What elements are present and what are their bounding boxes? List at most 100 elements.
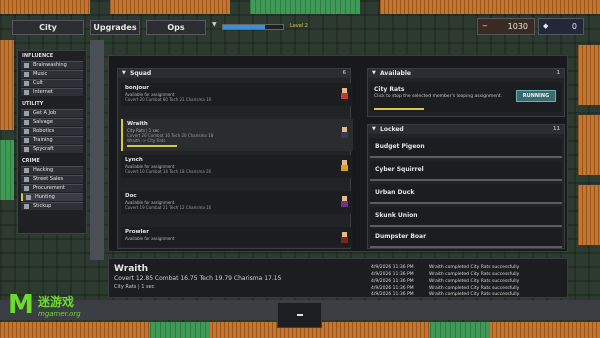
log-entry: 4/9/2026 11:36 PM Wraith completed City R… — [371, 265, 567, 270]
chevron-down-icon: ▼ — [372, 70, 376, 76]
sidebar-item-street-sales[interactable]: Street Sales — [21, 175, 83, 183]
sidebar-item-stickup[interactable]: Stickup — [21, 202, 83, 210]
member-name: Doc — [125, 193, 137, 199]
member-avatar-icon — [340, 196, 349, 207]
sidebar-item-label: Get A Job — [33, 110, 57, 116]
squad-header[interactable]: ▼ Squad 6 — [118, 69, 350, 78]
sidebar-item-internet[interactable]: Internet — [21, 88, 83, 96]
minimize-button[interactable] — [277, 302, 322, 328]
job-progress-bar — [374, 108, 424, 110]
locked-job-urban-duck[interactable]: Urban Duck — [370, 184, 562, 204]
map-roof — [150, 322, 210, 338]
job-icon — [24, 111, 29, 116]
member-avatar-icon — [340, 127, 349, 138]
tab-city[interactable]: City — [12, 20, 84, 35]
sidebar-item-procurement[interactable]: Procurement — [21, 184, 83, 192]
locked-job-budget-pigeon[interactable]: Budget Pigeon — [370, 138, 562, 158]
available-header[interactable]: ▼ Available 1 — [368, 69, 564, 78]
sidebar-item-salvage[interactable]: Salvage — [21, 118, 83, 126]
map-roof — [90, 40, 104, 260]
sidebar-item-label: Training — [33, 137, 53, 143]
watermark-logo: M 迷游戏 mgamer.org — [8, 290, 128, 330]
sidebar-item-robotics[interactable]: Robotics — [21, 127, 83, 135]
squad-count: 6 — [342, 70, 346, 76]
member-name: Prowler — [125, 229, 149, 235]
watermark-mark: M — [8, 290, 34, 320]
locked-count: 11 — [553, 126, 560, 132]
sidebar-item-brainwashing[interactable]: Brainwashing — [21, 61, 83, 69]
sidebar-item-music[interactable]: Music — [21, 70, 83, 78]
chevron-down-icon: ▼ — [122, 70, 126, 76]
map-roof — [380, 0, 600, 14]
cult-icon — [24, 81, 29, 86]
locked-job-skunk-union[interactable]: Skunk Union — [370, 207, 562, 227]
squad-member-card[interactable]: Lynch Available for assignment Covert 10… — [121, 155, 353, 178]
gem-counter: ◆ 0 — [538, 18, 584, 35]
sidebar-item-training[interactable]: Training — [21, 136, 83, 144]
spy-icon — [24, 147, 29, 152]
sidebar-item-spycraft[interactable]: Spycraft — [21, 145, 83, 153]
log-time: 4/9/2026 11:36 PM — [371, 292, 414, 297]
squad-member-card[interactable]: bonjour Available for assignment Covert … — [121, 83, 353, 106]
log-text: Wraith completed City Rats successfully — [429, 265, 520, 270]
member-detail-panel: Wraith Covert 12.85 Combat 16.75 Tech 19… — [108, 258, 568, 298]
locked-header[interactable]: ▼ Locked 11 — [368, 125, 564, 134]
sidebar-item-hacking[interactable]: Hacking — [21, 166, 83, 174]
member-stats: Covert 19 Combat 21 Tech 12 Charisma 16 — [125, 205, 212, 210]
job-card-city-rats[interactable]: City Rats Click to stop the selected mem… — [370, 82, 562, 112]
running-button[interactable]: RUNNING — [516, 90, 556, 102]
log-text: Wraith completed City Rats successfully — [429, 279, 520, 284]
member-task: Wraith -> City Rats — [127, 138, 166, 143]
locked-title: Locked — [380, 126, 404, 133]
sidebar-item-label: Internet — [33, 89, 53, 95]
member-name: bonjour — [125, 85, 149, 91]
watermark-en: mgamer.org — [38, 310, 81, 318]
log-entry: 4/9/2026 11:36 PM Wraith completed City R… — [371, 292, 567, 297]
cash-icon: − — [482, 22, 488, 30]
squad-member-card-selected[interactable]: Wraith City Rats | 1 sec Covert 26 Comba… — [121, 119, 353, 151]
log-text: Wraith completed City Rats successfully — [429, 286, 520, 291]
map-roof — [578, 45, 600, 105]
map-roof — [578, 185, 600, 245]
locked-job-cyber-squirrel[interactable]: Cyber Squirrel — [370, 161, 562, 181]
cash-value: 1030 — [507, 22, 528, 31]
sidebar-item-hunting[interactable]: Hunting — [21, 193, 83, 201]
tab-upgrades[interactable]: Upgrades — [90, 20, 140, 35]
sidebar-section-title: INFLUENCE — [22, 53, 54, 59]
member-avatar-icon — [340, 232, 349, 243]
log-text: Wraith completed City Rats successfully — [429, 272, 520, 277]
sidebar-item-label: Music — [33, 71, 48, 77]
robot-icon — [24, 129, 29, 134]
available-count: 1 — [556, 70, 560, 76]
tab-ops[interactable]: Ops — [146, 20, 206, 35]
sales-icon — [24, 177, 29, 182]
log-time: 4/9/2026 11:36 PM — [371, 265, 414, 270]
sidebar-item-cult[interactable]: Cult — [21, 79, 83, 87]
locked-job-dumpster-boar[interactable]: Dumpster Boar — [370, 228, 562, 248]
member-progress-bar — [127, 145, 177, 147]
detail-member-stats: Covert 12.85 Combat 16.75 Tech 19.79 Cha… — [114, 275, 282, 282]
map-roof — [0, 0, 90, 14]
chevron-down-icon[interactable]: ▼ — [212, 21, 217, 28]
hunting-icon — [26, 195, 31, 200]
level-label: Level 2 — [290, 23, 308, 29]
level-progress-fill — [223, 25, 265, 29]
squad-member-card[interactable]: Prowler Available for assignment — [121, 227, 353, 247]
map-roof — [430, 322, 490, 338]
training-icon — [24, 138, 29, 143]
stickup-icon — [24, 204, 29, 209]
level-progress-bar — [222, 24, 284, 30]
log-time: 4/9/2026 11:36 PM — [371, 272, 414, 277]
sidebar-item-get-a-job[interactable]: Get A Job — [21, 109, 83, 117]
sidebar-item-label: Brainwashing — [33, 62, 67, 68]
sidebar-item-label: Stickup — [33, 203, 52, 209]
internet-icon — [24, 90, 29, 95]
cash-counter: − 1030 — [477, 18, 535, 35]
sidebar-item-label: Hacking — [33, 167, 54, 173]
sidebar-section-title: CRIME — [22, 158, 40, 164]
detail-member-name: Wraith — [114, 264, 149, 274]
sidebar-item-label: Street Sales — [33, 176, 64, 182]
job-name: City Rats — [374, 86, 405, 93]
log-entry: 4/9/2026 11:36 PM Wraith completed City R… — [371, 279, 567, 284]
squad-member-card[interactable]: Doc Available for assignment Covert 19 C… — [121, 191, 353, 214]
